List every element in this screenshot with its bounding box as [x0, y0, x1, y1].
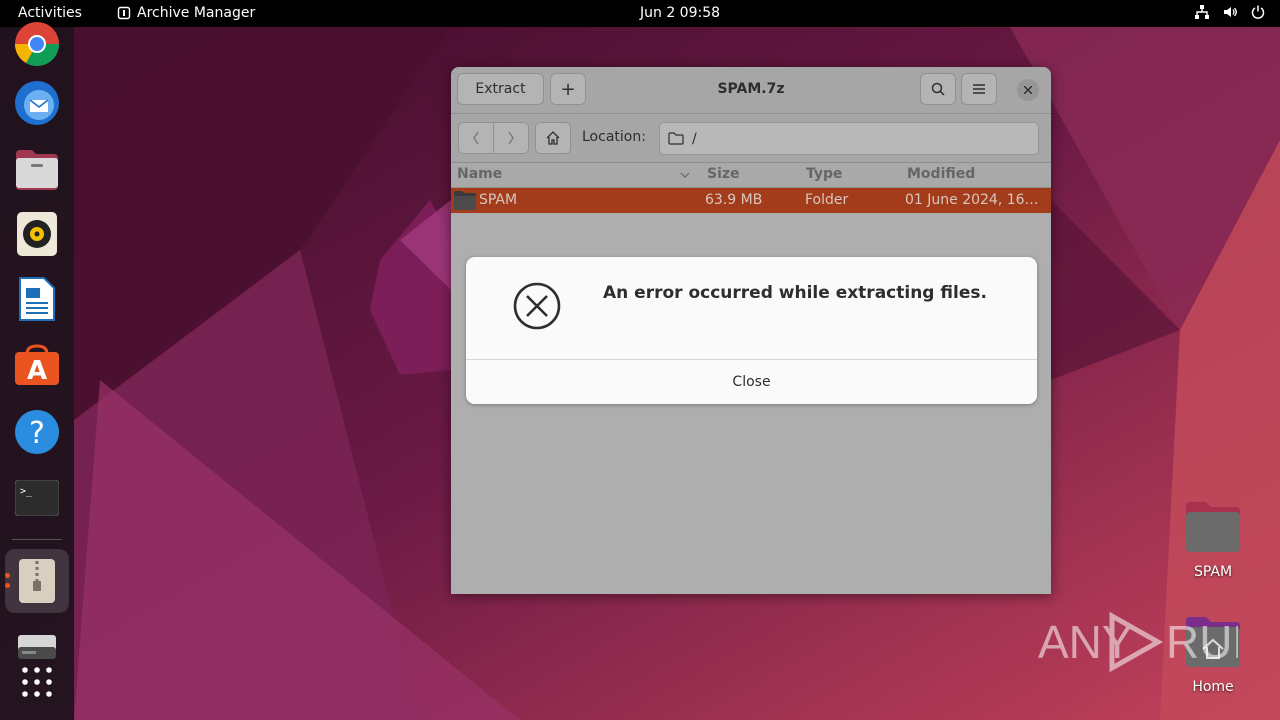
help-icon: ?	[15, 410, 59, 454]
window-close-button[interactable]	[1017, 79, 1039, 101]
archive-manager-icon	[19, 559, 55, 603]
home-button[interactable]	[535, 122, 571, 154]
table-row[interactable]: SPAM 63.9 MB Folder 01 June 2024, 16…	[451, 188, 1051, 213]
row-name: SPAM	[479, 192, 518, 208]
error-icon	[513, 282, 561, 330]
search-button[interactable]	[920, 73, 956, 105]
desktop-icon-label: Home	[1192, 679, 1234, 695]
thunderbird-launcher[interactable]	[8, 74, 66, 132]
svg-text:?: ?	[29, 416, 45, 451]
svg-text:RUN: RUN	[1166, 616, 1238, 668]
location-value: /	[692, 130, 697, 147]
power-icon	[1251, 5, 1265, 19]
rhythmbox-launcher[interactable]	[8, 205, 66, 263]
column-modified[interactable]: Modified	[907, 166, 975, 182]
column-size[interactable]: Size	[707, 166, 740, 182]
rhythmbox-icon	[17, 212, 57, 256]
top-bar: Activities Archive Manager Jun 2 09:58	[0, 0, 1280, 27]
close-icon	[1024, 86, 1032, 94]
terminal-icon: >_	[15, 480, 59, 516]
app-menu[interactable]: Archive Manager	[117, 5, 255, 21]
writer-launcher[interactable]	[8, 270, 66, 328]
anyrun-watermark: ANY RUN	[1038, 611, 1238, 673]
svg-text:ANY: ANY	[1038, 616, 1133, 668]
row-size: 63.9 MB	[705, 192, 763, 208]
column-type[interactable]: Type	[806, 166, 843, 182]
files-icon	[16, 150, 58, 190]
running-indicator	[5, 573, 10, 578]
volume-icon	[1224, 7, 1237, 17]
app-menu-icon	[117, 6, 131, 20]
app-center-icon: A	[15, 344, 59, 386]
grid-icon	[22, 667, 52, 697]
header-bar: Extract + SPAM.7z	[451, 67, 1051, 114]
chevron-right-icon	[508, 131, 514, 145]
chrome-icon	[15, 22, 59, 66]
error-dialog: An error occurred while extracting files…	[466, 257, 1037, 404]
clock[interactable]: Jun 2 09:58	[640, 5, 720, 21]
thunderbird-icon	[15, 81, 59, 125]
back-button[interactable]	[458, 122, 494, 154]
forward-button[interactable]	[493, 122, 529, 154]
chevron-left-icon	[473, 131, 479, 145]
folder-icon	[1186, 502, 1240, 552]
folder-icon	[454, 191, 476, 210]
close-button[interactable]: Close	[466, 360, 1037, 404]
help-launcher[interactable]: ?	[8, 403, 66, 461]
location-entry[interactable]: /	[659, 122, 1039, 155]
archive-manager-launcher[interactable]	[5, 549, 69, 613]
location-label: Location:	[582, 129, 646, 145]
chrome-launcher[interactable]	[8, 15, 66, 73]
row-modified: 01 June 2024, 16…	[905, 192, 1039, 208]
system-menu[interactable]	[1194, 4, 1266, 20]
app-menu-label: Archive Manager	[137, 5, 256, 21]
desktop-icon-spam[interactable]: SPAM	[1168, 500, 1258, 580]
column-header: Name Size Type Modified	[451, 163, 1051, 188]
hamburger-icon	[973, 84, 985, 94]
svg-text:>_: >_	[20, 486, 33, 497]
desktop-icon-label: SPAM	[1193, 564, 1233, 580]
sort-chevron-down-icon	[680, 172, 690, 178]
files-launcher[interactable]	[8, 140, 66, 198]
folder-icon	[668, 132, 684, 145]
terminal-launcher[interactable]: >_	[8, 469, 66, 527]
svg-text:A: A	[27, 356, 47, 386]
show-apps-button[interactable]	[8, 653, 66, 711]
dock: A ? >_	[0, 22, 74, 720]
menu-button[interactable]	[961, 73, 997, 105]
dock-separator	[12, 539, 62, 540]
location-bar: Location: /	[451, 114, 1051, 163]
home-icon	[546, 131, 560, 145]
writer-icon	[19, 277, 55, 321]
row-type: Folder	[805, 192, 849, 208]
app-center-launcher[interactable]: A	[8, 336, 66, 394]
error-message: An error occurred while extracting files…	[603, 283, 987, 303]
column-name[interactable]: Name	[457, 166, 502, 182]
running-indicator	[5, 583, 10, 588]
search-icon	[931, 82, 945, 96]
network-icon	[1195, 5, 1209, 19]
